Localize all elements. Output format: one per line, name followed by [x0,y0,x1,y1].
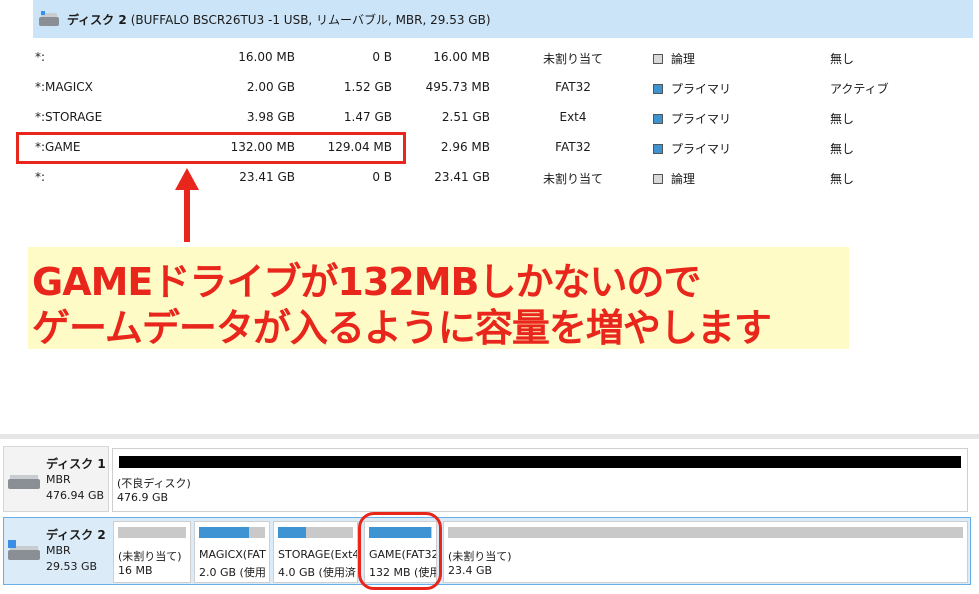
partition-name: *:MAGICX [35,80,93,94]
partition-type-swatch-icon [653,54,663,64]
partition-filesystem: Ext4 [559,110,587,124]
partition-status: 無し [830,142,855,156]
volume-size: 23.4 GB [448,564,493,577]
disk-1-name: ディスク 1 [46,457,106,471]
partition-table: *: 16.00 MB 0 B 16.00 MB 未割り当て 論理 無し *:M… [33,42,973,192]
partition-status: 無し [830,112,855,126]
hard-disk-icon [8,469,40,491]
partition-type: 論理 [653,170,695,187]
usage-bar [448,527,963,538]
disk-1-type: MBR [46,473,71,486]
volume-label: STORAGE(Ext4 [278,548,358,561]
partition-row[interactable]: *:MAGICX 2.00 GB 1.52 GB 495.73 MB FAT32… [33,72,973,102]
usb-disk-icon [39,11,59,27]
disk-2-info[interactable]: ディスク 2 MBR 29.53 GB [4,518,110,584]
partition-used: 1.47 GB [343,110,392,124]
game-volume-highlight [358,512,442,590]
disk-1-volume-bad[interactable]: (不良ディスク) 476.9 GB [112,448,968,512]
partition-name: *:STORAGE [35,110,103,124]
partition-used: 1.52 GB [343,80,392,94]
partition-status: 無し [830,52,855,66]
partition-type-swatch-icon [653,114,663,124]
usage-bar [199,527,265,538]
disk-header-name: ディスク 2 [67,12,127,27]
volume-unallocated-1[interactable]: (未割り当て) 16 MB [113,521,191,583]
annotation-callout: GAMEドライブが132MBしかないので ゲームデータが入るように容量を増やしま… [28,247,849,350]
partition-filesystem: 未割り当て [542,52,603,66]
volume-magicx[interactable]: MAGICX(FAT 2.0 GB (使用 [194,521,270,583]
partition-used: 0 B [372,50,392,64]
volume-storage[interactable]: STORAGE(Ext4 4.0 GB (使用済 [273,521,358,583]
partition-free: 2.96 MB [440,140,490,154]
disk-2-size: 29.53 GB [46,560,98,573]
partition-type-swatch-icon [653,84,663,94]
partition-free: 16.00 MB [433,50,490,64]
partition-free: 495.73 MB [425,80,490,94]
partition-type: プライマリ [653,80,731,97]
partition-type-swatch-icon [653,174,663,184]
partition-filesystem: 未割り当て [542,172,603,186]
disk-1-size: 476.94 GB [46,489,105,502]
volume-size: 476.9 GB [117,491,169,504]
partition-size: 23.41 GB [239,170,295,184]
disk-2-header[interactable]: ディスク 2 (BUFFALO BSCR26TU3 -1 USB, リムーバブル… [33,0,973,38]
partition-size: 16.00 MB [238,50,295,64]
partition-type-swatch-icon [653,144,663,154]
partition-type: プライマリ [653,140,731,157]
partition-row[interactable]: *:STORAGE 3.98 GB 1.47 GB 2.51 GB Ext4 プ… [33,102,973,132]
disk-1-info[interactable]: ディスク 1 MBR 476.94 GB [3,446,109,512]
partition-free: 2.51 GB [441,110,490,124]
disk-2-row[interactable]: ディスク 2 MBR 29.53 GB (未割り当て) 16 MB MAGICX… [3,517,971,585]
partition-row[interactable]: *: 23.41 GB 0 B 23.41 GB 未割り当て 論理 無し [33,162,973,192]
disk-2-name: ディスク 2 [46,528,106,542]
arrow-up-icon [175,168,199,190]
arrow-shaft [184,188,190,242]
volume-label: (未割り当て) [448,550,512,563]
usage-fill [199,527,250,538]
volume-label: (未割り当て) [118,550,182,563]
disk-1-row[interactable]: ディスク 1 MBR 476.94 GB (不良ディスク) 476.9 GB [3,446,971,514]
partition-size: 2.00 GB [246,80,295,94]
annotation-line-2: ゲームデータが入るように容量を増やします [32,306,772,350]
volume-size: 16 MB [118,564,153,577]
partition-free: 23.41 GB [434,170,490,184]
volume-unallocated-2[interactable]: (未割り当て) 23.4 GB [443,521,968,583]
bad-disk-bar [119,456,961,468]
partition-used: 0 B [372,170,392,184]
partition-status: 無し [830,172,855,186]
partition-type: 論理 [653,50,695,67]
disk-header-detail: (BUFFALO BSCR26TU3 -1 USB, リムーバブル, MBR, … [130,12,491,27]
volume-size: 4.0 GB (使用済 [278,566,356,579]
partition-filesystem: FAT32 [555,80,591,94]
partition-row[interactable]: *: 16.00 MB 0 B 16.00 MB 未割り当て 論理 無し [33,42,973,72]
usage-bar [118,527,186,538]
usage-fill [278,527,306,538]
partition-status: アクティブ [830,82,889,96]
volume-size: 2.0 GB (使用 [199,566,266,579]
partition-name: *: [35,170,46,184]
usage-bar [278,527,353,538]
pane-divider[interactable] [0,434,979,439]
partition-filesystem: FAT32 [555,140,591,154]
volume-label: (不良ディスク) [117,477,191,490]
game-row-highlight [16,132,406,164]
partition-type: プライマリ [653,110,731,127]
usb-disk-icon [8,540,40,562]
volume-label: MAGICX(FAT [199,548,266,561]
partition-size: 3.98 GB [246,110,295,124]
disk-2-type: MBR [46,544,71,557]
partition-name: *: [35,50,46,64]
